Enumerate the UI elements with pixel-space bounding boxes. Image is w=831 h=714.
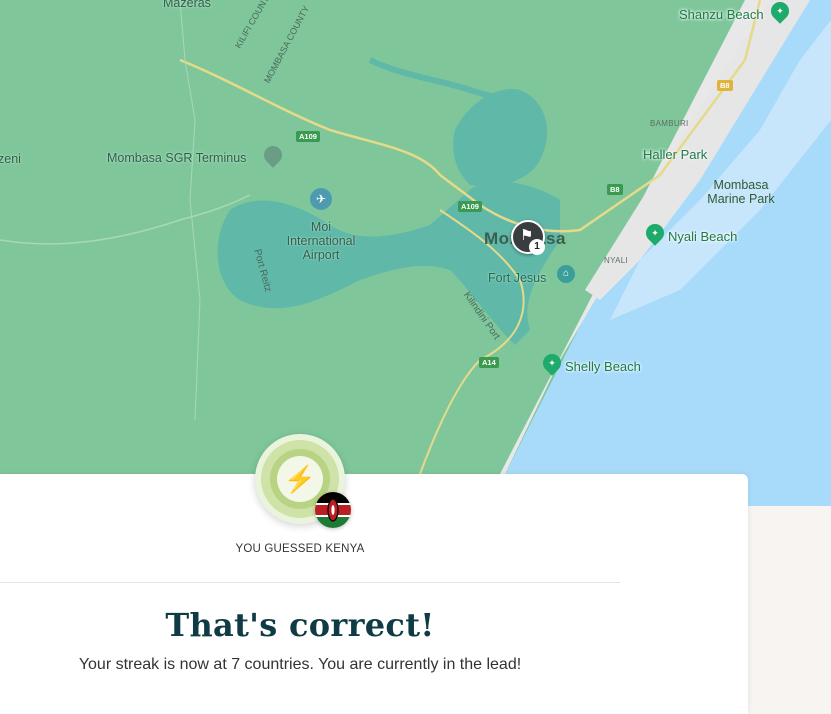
result-map[interactable]: Mazeras KILIFI COUNTY MOMBASA COUNTY zen… xyxy=(0,0,831,506)
label-airport[interactable]: Moi International Airport xyxy=(276,220,366,262)
label-mazeras: Mazeras xyxy=(163,0,211,10)
airport-icon[interactable]: ✈ xyxy=(310,188,332,210)
map-canvas[interactable] xyxy=(0,0,831,506)
road-shield-b8: B8 xyxy=(717,80,733,91)
guess-label: YOU GUESSED KENYA xyxy=(235,543,365,555)
label-shanzu-beach[interactable]: Shanzu Beach xyxy=(679,7,764,22)
label-shelly-beach[interactable]: Shelly Beach xyxy=(565,359,641,374)
label-nyali-beach[interactable]: Nyali Beach xyxy=(668,229,737,244)
museum-icon[interactable]: ⌂ xyxy=(557,265,575,283)
road-shield-a14: A14 xyxy=(479,357,499,368)
road-shield-b8: B8 xyxy=(607,184,623,195)
label-haller-park[interactable]: Haller Park xyxy=(643,147,707,162)
result-card xyxy=(0,474,748,714)
label-bamburi: BAMBURI xyxy=(650,119,689,128)
divider xyxy=(0,582,620,583)
road-shield-a109: A109 xyxy=(458,201,482,212)
guess-marker[interactable]: ⚑ 1 xyxy=(511,220,545,255)
guess-count-badge: 1 xyxy=(529,239,545,255)
label-nyali: NYALI xyxy=(604,256,629,265)
label-sgr-terminus[interactable]: Mombasa SGR Terminus xyxy=(107,151,246,165)
road-shield-a109: A109 xyxy=(296,131,320,142)
result-title: That's correct! xyxy=(165,606,435,644)
lightning-bolt-icon: ⚡ xyxy=(283,464,317,494)
kenya-flag-icon xyxy=(315,492,351,528)
label-marine-park[interactable]: Mombasa Marine Park xyxy=(700,178,782,206)
result-subtitle: Your streak is now at 7 countries. You a… xyxy=(78,656,522,673)
label-fort-jesus[interactable]: Fort Jesus xyxy=(488,271,546,285)
label-zeni: zeni xyxy=(0,152,21,166)
